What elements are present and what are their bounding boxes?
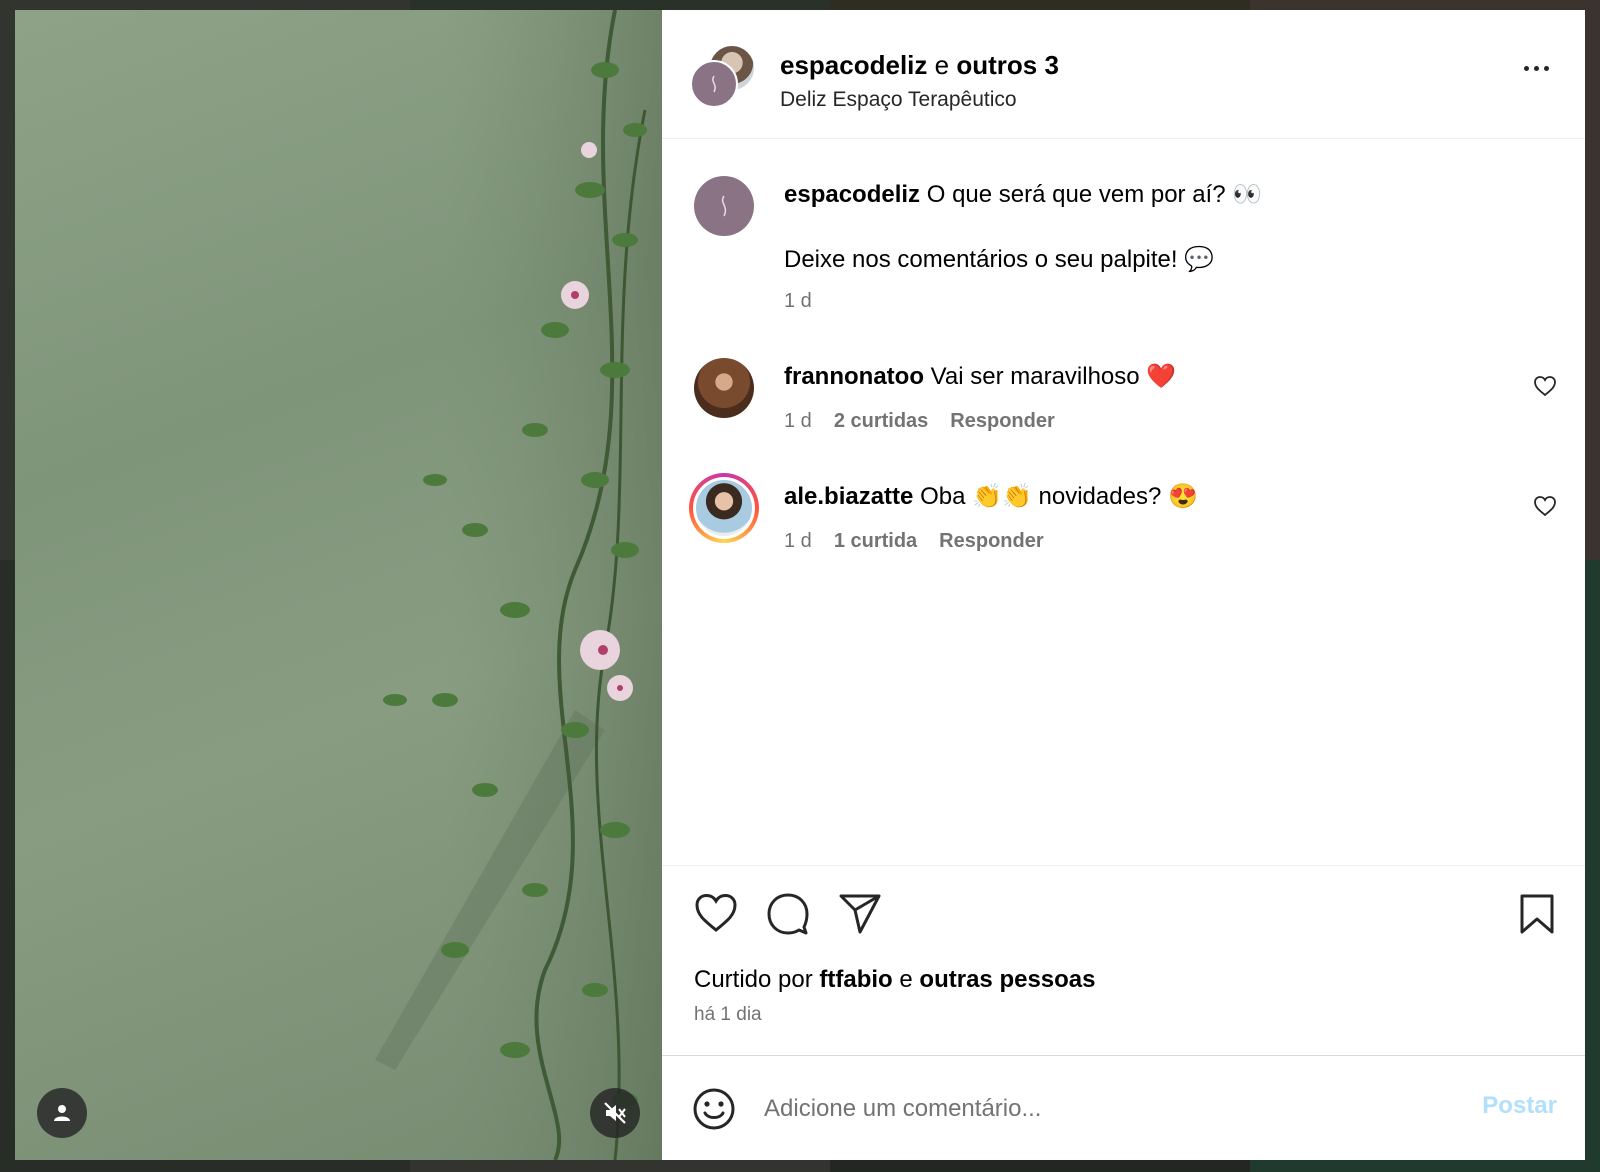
wall-and-vine-image (375, 10, 662, 1160)
reply-button[interactable]: Responder (950, 410, 1054, 433)
post-comment-button[interactable]: Postar (1482, 1092, 1557, 1120)
comment-like-heart-icon[interactable] (1533, 375, 1557, 397)
mute-toggle-button[interactable] (590, 1088, 640, 1138)
comment-likes[interactable]: 2 curtidas (834, 410, 928, 433)
authors-joiner: e (934, 50, 950, 80)
avatar (693, 477, 755, 539)
other-collaborators-link[interactable]: outros 3 (956, 50, 1059, 80)
liked-by-joiner: e (899, 966, 913, 993)
comment-text: Oba 👏👏 novidades? 😍 (920, 483, 1198, 510)
more-options-icon[interactable] (1524, 66, 1549, 71)
post-location[interactable]: Deliz Espaço Terapêutico (780, 88, 1017, 112)
comment-username[interactable]: frannonatoo (784, 363, 924, 390)
user-tag-icon (54, 1105, 70, 1121)
emoji-icon[interactable] (692, 1087, 736, 1131)
comment-time[interactable]: 1 d (784, 410, 812, 433)
muted-speaker-icon (604, 1102, 626, 1124)
post-actions: Curtido por ftfabio e outras pessoas há … (662, 865, 1585, 1056)
collab-avatars[interactable] (690, 44, 756, 108)
post-sidebar: espacodeliz e outros 3 Deliz Espaço Tera… (662, 10, 1585, 1160)
liked-by-summary: Curtido por ftfabio e outras pessoas (694, 966, 1096, 994)
avatar (690, 60, 738, 108)
liked-by-prefix: Curtido por (694, 966, 813, 993)
reply-button[interactable]: Responder (939, 530, 1043, 553)
author-username[interactable]: espacodeliz (780, 50, 927, 80)
comment-icon[interactable] (766, 893, 810, 935)
deliz-logo-icon (712, 75, 716, 93)
post-timestamp[interactable]: há 1 dia (694, 1004, 762, 1026)
comment-input[interactable] (762, 1084, 1426, 1134)
add-comment-bar: Postar (662, 1055, 1585, 1160)
deliz-logo-icon (721, 195, 727, 217)
user-tags-button[interactable] (37, 1088, 87, 1138)
post-modal: espacodeliz e outros 3 Deliz Espaço Tera… (15, 10, 1585, 1160)
comment-like-heart-icon[interactable] (1533, 495, 1557, 517)
post-media[interactable] (15, 10, 662, 1160)
comment-likes[interactable]: 1 curtida (834, 530, 917, 553)
story-ring[interactable] (689, 473, 759, 543)
comment-text: Vai ser maravilhoso ❤️ (930, 363, 1177, 390)
liked-by-others-link[interactable]: outras pessoas (919, 966, 1095, 993)
post-authors: espacodeliz e outros 3 (780, 50, 1059, 81)
caption-line-2: Deixe nos comentários o seu palpite! 💬 (784, 246, 1215, 273)
avatar[interactable] (694, 358, 754, 418)
caption-username[interactable]: espacodeliz (784, 181, 920, 208)
caption-time[interactable]: 1 d (784, 290, 812, 313)
liked-by-user[interactable]: ftfabio (819, 966, 892, 993)
post-header: espacodeliz e outros 3 Deliz Espaço Tera… (662, 10, 1585, 139)
heart-icon[interactable] (694, 893, 738, 933)
avatar[interactable] (694, 176, 754, 236)
bookmark-icon[interactable] (1519, 893, 1555, 935)
share-icon[interactable] (838, 893, 882, 935)
comment-time[interactable]: 1 d (784, 530, 812, 553)
comment-username[interactable]: ale.biazatte (784, 483, 913, 510)
caption-line-1: O que será que vem por aí? 👀 (926, 181, 1263, 208)
